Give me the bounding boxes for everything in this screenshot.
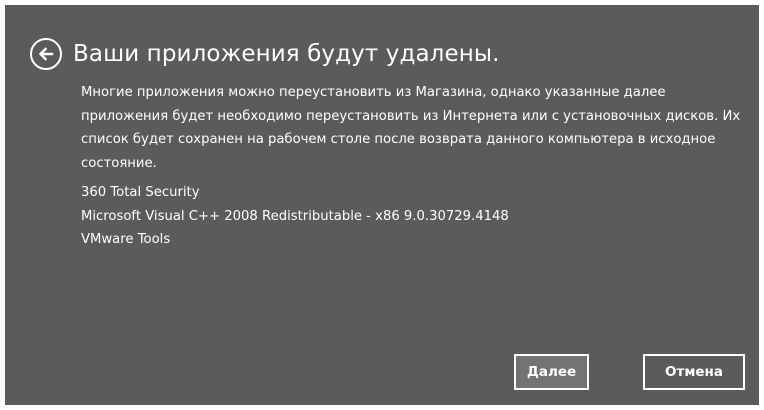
dialog-description: Многие приложения можно переустановить и… — [81, 85, 741, 171]
reset-pc-dialog: Ваши приложения будут удалены. Многие пр… — [5, 5, 759, 405]
app-list-item: 360 Total Security — [81, 185, 200, 200]
cancel-button[interactable]: Отмена — [643, 354, 745, 390]
app-list-item: Microsoft Visual C++ 2008 Redistributabl… — [81, 208, 509, 224]
app-list-item: VMware Tools — [81, 232, 171, 247]
next-button[interactable]: Далее — [514, 354, 589, 390]
app-list: 360 Total Security Microsoft Visual C++ … — [81, 181, 509, 252]
back-button[interactable] — [30, 38, 62, 70]
dialog-title: Ваши приложения будут удалены. — [73, 41, 500, 67]
back-arrow-icon — [38, 47, 54, 61]
dialog-header: Ваши приложения будут удалены. — [30, 34, 500, 74]
